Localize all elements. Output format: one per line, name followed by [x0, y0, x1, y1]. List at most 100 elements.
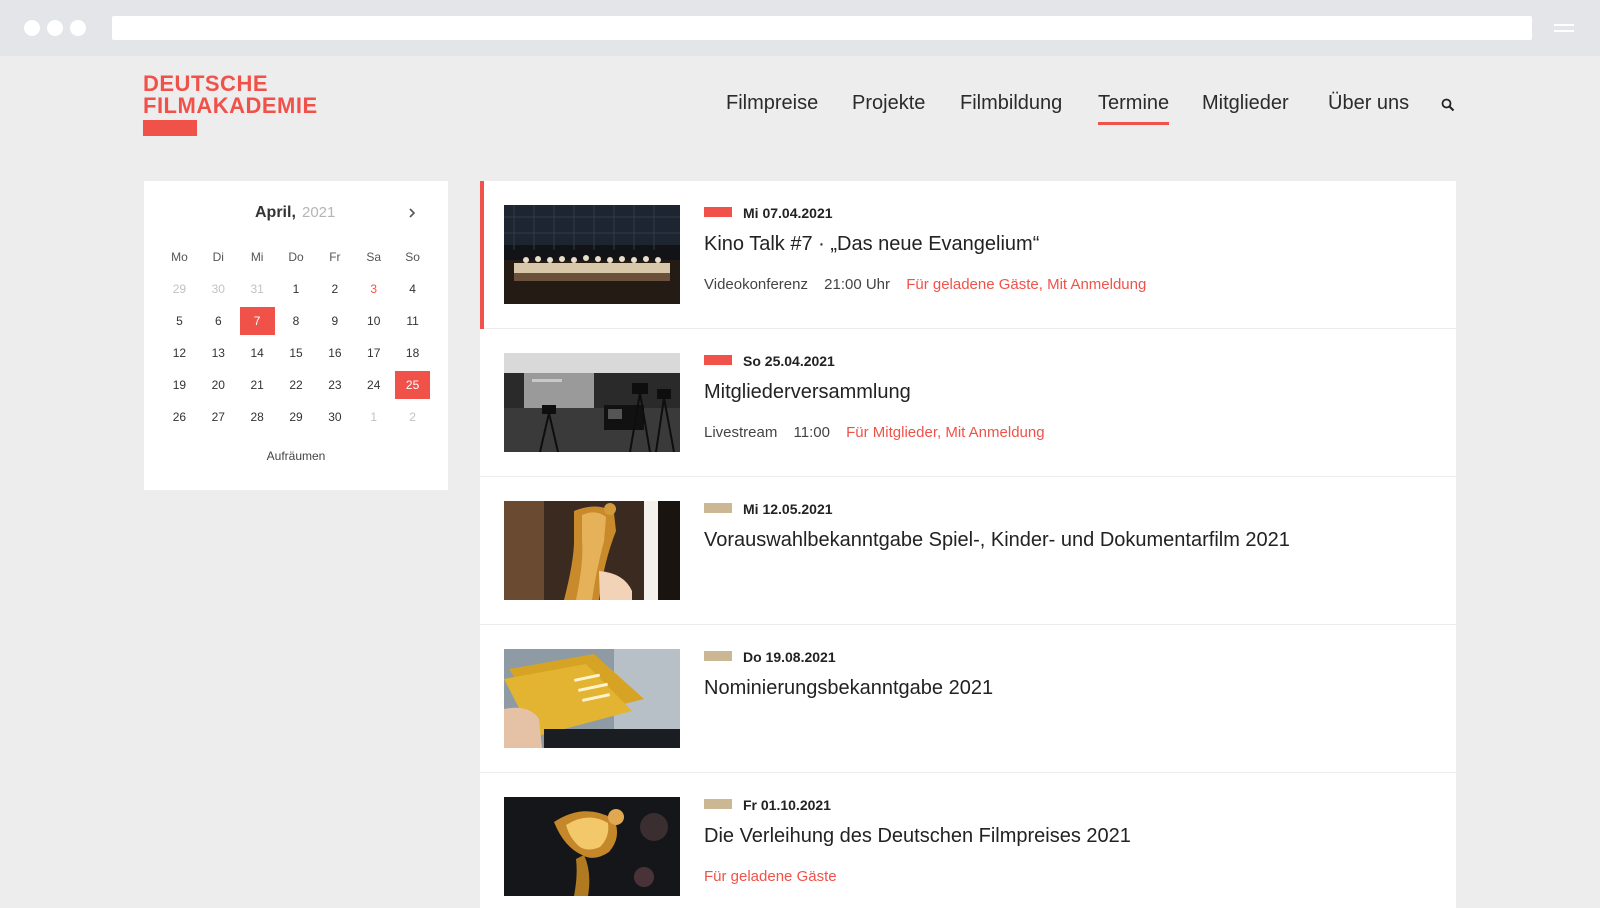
calendar-day[interactable]: 22 — [277, 369, 316, 401]
calendar-day[interactable]: 21 — [238, 369, 277, 401]
nav-item-filmpreise[interactable]: Filmpreise — [726, 92, 818, 115]
calendar-day[interactable]: 26 — [160, 401, 199, 433]
calendar-day-selected[interactable]: 7 — [238, 305, 277, 337]
calendar-day-label: 7 — [239, 307, 275, 335]
calendar-day[interactable]: 27 — [199, 401, 238, 433]
event-list: Mi 07.04.2021 Kino Talk #7 · „Das neue E… — [480, 181, 1456, 908]
calendar-day[interactable]: 3 — [354, 273, 393, 305]
event-meta: Videokonferenz 21:00 Uhr Für geladene Gä… — [704, 276, 1146, 293]
event-category-flag — [704, 651, 732, 661]
calendar-weekday-row: Mo Di Mi Do Fr Sa So — [160, 241, 432, 273]
calendar-week: 5 6 7 8 9 10 11 — [160, 305, 432, 337]
nav-item-termine[interactable]: Termine — [1098, 92, 1170, 125]
calendar-day[interactable]: 4 — [393, 273, 432, 305]
calendar-day[interactable]: 28 — [238, 401, 277, 433]
weekday-label: Mo — [171, 250, 188, 264]
window-dot[interactable] — [24, 20, 40, 36]
event-item[interactable]: Mi 12.05.2021 Vorauswahlbekanntgabe Spie… — [480, 477, 1456, 625]
calendar-day[interactable]: 2 — [315, 273, 354, 305]
logo-line-2: FILMAKADEMIE — [143, 93, 318, 118]
site-logo[interactable]: DEUTSCHE FILMAKADEMIE — [143, 73, 318, 117]
search-icon[interactable] — [1441, 98, 1455, 112]
calendar-week: 26 27 28 29 30 1 2 — [160, 401, 432, 433]
event-tags: Für geladene Gäste — [704, 868, 837, 885]
calendar-day[interactable]: 29 — [160, 273, 199, 305]
calendar-day[interactable]: 19 — [160, 369, 199, 401]
calendar-day[interactable]: 9 — [315, 305, 354, 337]
event-date: Mi 12.05.2021 — [743, 501, 833, 517]
calendar-day[interactable]: 6 — [199, 305, 238, 337]
calendar-day[interactable]: 18 — [393, 337, 432, 369]
weekday-label: So — [405, 250, 420, 264]
event-date: So 25.04.2021 — [743, 353, 835, 369]
event-title[interactable]: Nominierungsbekanntgabe 2021 — [704, 677, 993, 700]
chevron-right-icon[interactable] — [407, 208, 417, 218]
nav-item-mitglieder[interactable]: Mitglieder — [1202, 92, 1289, 115]
calendar-day[interactable]: 17 — [354, 337, 393, 369]
address-bar[interactable] — [112, 16, 1532, 40]
event-location: Videokonferenz — [704, 276, 808, 293]
calendar-widget: April, 2021 Mo Di Mi Do Fr Sa So 29 30 3… — [144, 181, 448, 490]
event-title[interactable]: Die Verleihung des Deutschen Filmpreises… — [704, 825, 1131, 848]
event-title[interactable]: Kino Talk #7 · „Das neue Evangelium“ — [704, 233, 1039, 256]
event-time: 11:00 — [793, 424, 830, 441]
event-image-lola-statue[interactable] — [504, 797, 680, 896]
event-image-gold-trophy[interactable] — [504, 501, 680, 600]
event-tags: Für Mitglieder, Mit Anmeldung — [846, 424, 1045, 441]
event-category-flag — [704, 503, 732, 513]
calendar-day[interactable]: 8 — [277, 305, 316, 337]
event-image-nomination-cards[interactable] — [504, 649, 680, 748]
browser-toolbar — [0, 0, 1600, 56]
calendar-day[interactable]: 29 — [277, 401, 316, 433]
event-meta: Für geladene Gäste — [704, 868, 837, 885]
event-image-last-supper-stage[interactable] — [504, 205, 680, 304]
nav-item-ueber-uns[interactable]: Über uns — [1328, 92, 1409, 115]
nav-item-projekte[interactable]: Projekte — [852, 92, 925, 115]
event-item[interactable]: Do 19.08.2021 Nominierungsbekanntgabe 20… — [480, 625, 1456, 773]
calendar-day[interactable]: 1 — [354, 401, 393, 433]
calendar-day[interactable]: 12 — [160, 337, 199, 369]
calendar-day[interactable]: 20 — [199, 369, 238, 401]
calendar-day[interactable]: 11 — [393, 305, 432, 337]
event-item[interactable]: Fr 01.10.2021 Die Verleihung des Deutsch… — [480, 773, 1456, 908]
weekday-label: Fr — [329, 250, 341, 264]
event-image-studio-cameras[interactable] — [504, 353, 680, 452]
calendar-day[interactable]: 1 — [277, 273, 316, 305]
event-meta: Livestream 11:00 Für Mitglieder, Mit Anm… — [704, 424, 1045, 441]
event-category-flag — [704, 355, 732, 365]
event-date: Fr 01.10.2021 — [743, 797, 831, 813]
event-title[interactable]: Mitgliederversammlung — [704, 381, 911, 404]
calendar-day-selected[interactable]: 25 — [393, 369, 432, 401]
event-date: Mi 07.04.2021 — [743, 205, 833, 221]
logo-line-1: DEUTSCHE — [143, 71, 269, 96]
event-tags: Für geladene Gäste, Mit Anmeldung — [906, 276, 1147, 293]
event-title[interactable]: Vorauswahlbekanntgabe Spiel-, Kinder- un… — [704, 529, 1290, 552]
calendar-day[interactable]: 31 — [238, 273, 277, 305]
hamburger-menu-icon[interactable] — [1554, 22, 1574, 34]
logo-bar — [143, 120, 197, 136]
calendar-day[interactable]: 14 — [238, 337, 277, 369]
calendar-day[interactable]: 5 — [160, 305, 199, 337]
weekday-label: Do — [288, 250, 304, 264]
event-item[interactable]: So 25.04.2021 Mitgliederversammlung Live… — [480, 329, 1456, 477]
window-dot[interactable] — [70, 20, 86, 36]
event-date: Do 19.08.2021 — [743, 649, 836, 665]
calendar-week: 19 20 21 22 23 24 25 — [160, 369, 432, 401]
calendar-day[interactable]: 24 — [354, 369, 393, 401]
window-dot[interactable] — [47, 20, 63, 36]
event-item[interactable]: Mi 07.04.2021 Kino Talk #7 · „Das neue E… — [480, 181, 1456, 329]
calendar-day[interactable]: 23 — [315, 369, 354, 401]
calendar-day[interactable]: 13 — [199, 337, 238, 369]
calendar-day[interactable]: 15 — [277, 337, 316, 369]
calendar-day[interactable]: 30 — [315, 401, 354, 433]
calendar-day[interactable]: 10 — [354, 305, 393, 337]
calendar-clear-link[interactable]: Aufräumen — [144, 449, 448, 463]
weekday-label: Sa — [366, 250, 382, 264]
calendar-week: 12 13 14 15 16 17 18 — [160, 337, 432, 369]
event-location: Livestream — [704, 424, 778, 441]
nav-item-filmbildung[interactable]: Filmbildung — [960, 92, 1062, 115]
calendar-day[interactable]: 2 — [393, 401, 432, 433]
calendar-day[interactable]: 16 — [315, 337, 354, 369]
calendar-grid: Mo Di Mi Do Fr Sa So 29 30 31 1 2 3 4 5 … — [160, 241, 432, 433]
calendar-day[interactable]: 30 — [199, 273, 238, 305]
